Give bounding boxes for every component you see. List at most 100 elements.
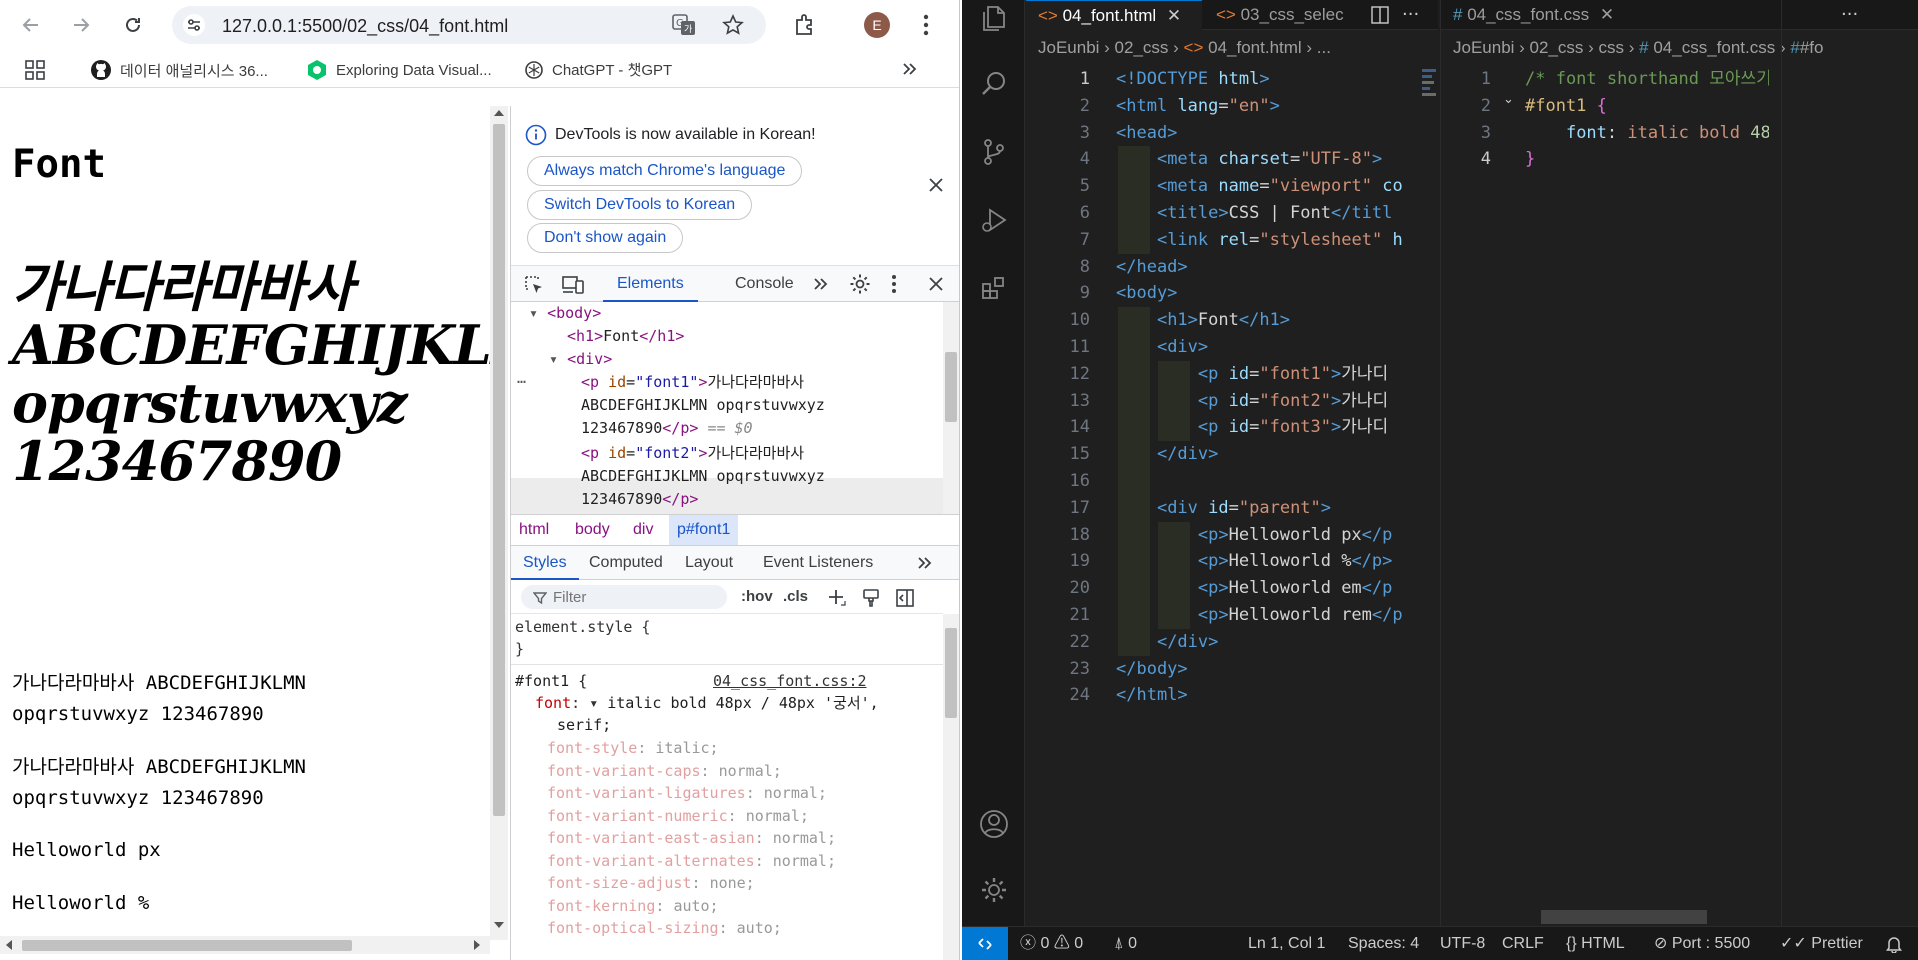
devtools-menu-button[interactable] <box>891 273 897 295</box>
dom-node-font2[interactable]: <p id="font2">가나다라마바사 <box>581 442 804 465</box>
cursor-position[interactable]: Ln 1, Col 1 <box>1248 927 1325 960</box>
tab-styles[interactable]: Styles <box>511 546 579 580</box>
more-bookmarks-button[interactable] <box>900 59 920 79</box>
crumb[interactable]: 02_css <box>1115 38 1169 57</box>
code-line[interactable]: <div id="parent"> <box>1116 495 1416 522</box>
scroll-up-arrow-icon[interactable] <box>494 110 504 116</box>
dom-row-menu[interactable]: … <box>517 367 526 390</box>
scroll-right-arrow-icon[interactable] <box>474 940 480 950</box>
bookmark-star-button[interactable] <box>722 14 744 36</box>
address-bar[interactable]: 127.0.0.1:5500/02_css/04_font.html G가 <box>172 6 766 44</box>
extensions-button[interactable] <box>976 270 1012 306</box>
class-toggle[interactable]: .cls <box>783 588 808 605</box>
device-toolbar-button[interactable] <box>561 274 585 296</box>
inspect-element-button[interactable] <box>523 274 545 296</box>
code-line[interactable]: <title>CSS | Font</titl <box>1116 200 1416 227</box>
dom-scroll-thumb[interactable] <box>945 352 957 422</box>
tab-03-css-selector[interactable]: <> 03_css_selec <box>1204 0 1364 30</box>
more-subtabs-button[interactable] <box>915 553 935 573</box>
problems-status[interactable]: ⓧ 0 ⚠ 0 <box>1020 927 1083 960</box>
remote-indicator[interactable] <box>962 927 1008 960</box>
crumb[interactable]: 04_css_font.css <box>1653 38 1775 57</box>
live-server-status[interactable]: ⊘ Port : 5500 <box>1654 927 1750 960</box>
code-line[interactable]: <h1>Font</h1> <box>1116 307 1416 334</box>
rule-selector[interactable]: #font1 { <box>515 670 587 693</box>
chrome-menu-button[interactable] <box>922 12 930 38</box>
tab-event-listeners[interactable]: Event Listeners <box>753 546 883 580</box>
code-line[interactable]: <p>Helloworld em</p <box>1116 575 1416 602</box>
tab-04-font-html[interactable]: <> 04_font.html ✕ <box>1026 0 1202 30</box>
crumb[interactable]: #fo <box>1800 38 1824 57</box>
crumb[interactable]: 02_css <box>1530 38 1584 57</box>
bookmark-item[interactable]: ChatGPT - 챗GPT <box>524 59 672 80</box>
breadcrumb-p-font1[interactable]: p#font1 <box>669 515 739 545</box>
toggle-sidebar-button[interactable] <box>895 588 915 608</box>
url-text[interactable]: 127.0.0.1:5500/02_css/04_font.html <box>222 16 508 37</box>
code-line[interactable]: <p>Helloworld rem</p <box>1116 602 1416 629</box>
code-line[interactable]: <p id="font3">가나디 <box>1116 414 1416 441</box>
encoding-status[interactable]: UTF-8 <box>1440 927 1485 960</box>
rule-source-link[interactable]: 04_css_font.css:2 <box>713 670 867 693</box>
code-line[interactable]: <p id="font2">가나디 <box>1116 388 1416 415</box>
crumb[interactable]: 04_font.html <box>1208 38 1302 57</box>
code-line[interactable]: <p>Helloworld %</p> <box>1116 548 1416 575</box>
code-line[interactable]: <!DOCTYPE html> <box>1116 66 1416 93</box>
dom-node-h1[interactable]: <h1>Font</h1> <box>567 325 684 348</box>
forward-button[interactable] <box>66 10 96 40</box>
manage-button[interactable] <box>976 872 1012 908</box>
page-scroll-thumb[interactable] <box>493 124 505 816</box>
hover-state-toggle[interactable]: :hov <box>741 588 773 605</box>
tab-04-css-font[interactable]: # 04_css_font.css ✕ <box>1441 0 1637 30</box>
breadcrumb-html[interactable]: html <box>519 521 549 539</box>
crumb[interactable]: css <box>1599 38 1625 57</box>
code-line[interactable]: </html> <box>1116 682 1416 709</box>
back-button[interactable] <box>16 10 46 40</box>
font-declaration[interactable]: font: ▾ italic bold 48px / 48px '궁서', <box>535 692 879 715</box>
eol-status[interactable]: CRLF <box>1502 927 1544 960</box>
notifications-bell[interactable] <box>1886 927 1902 960</box>
bookmark-item[interactable]: 데이터 애널리시스 36... <box>90 59 268 81</box>
devtools-close-button[interactable] <box>927 275 945 293</box>
page-hscroll-thumb[interactable] <box>22 940 352 951</box>
dom-node-body[interactable]: ▾ <body> <box>529 302 601 325</box>
more-tabs-button[interactable] <box>811 274 831 294</box>
tab-close-icon[interactable]: ✕ <box>1167 6 1181 25</box>
indentation-status[interactable]: Spaces: 4 <box>1348 927 1419 960</box>
element-style-rule[interactable]: element.style { <box>515 616 650 639</box>
split-editor-button[interactable] <box>1371 6 1389 24</box>
code-line[interactable]: <p id="font1">가나디 <box>1116 361 1416 388</box>
accounts-button[interactable] <box>976 806 1012 842</box>
code-line[interactable] <box>1116 468 1416 495</box>
always-match-language-button[interactable]: Always match Chrome's language <box>527 156 803 186</box>
apps-button[interactable] <box>24 59 46 81</box>
dom-scrollbar[interactable] <box>943 302 959 514</box>
tab-layout[interactable]: Layout <box>675 546 743 580</box>
dont-show-again-button[interactable]: Don't show again <box>527 223 684 253</box>
code-line[interactable]: font: italic bold 48px/ <box>1525 120 1769 147</box>
code-line[interactable]: } <box>1525 146 1769 173</box>
styles-scroll-thumb[interactable] <box>945 628 957 718</box>
code-line[interactable]: <head> <box>1116 120 1416 147</box>
css-code-area[interactable]: /* font shorthand 모아쓰기 * #font1 { font: i… <box>1525 66 1769 173</box>
tab-console[interactable]: Console <box>723 266 806 302</box>
crumb[interactable]: JoEunbi <box>1453 38 1514 57</box>
ports-status[interactable]: ⍋ 0 <box>1114 927 1137 960</box>
code-line[interactable]: <body> <box>1116 280 1416 307</box>
minimap[interactable] <box>1422 66 1440 126</box>
code-line[interactable]: <p>Helloworld px</p <box>1116 522 1416 549</box>
code-line[interactable]: </head> <box>1116 254 1416 281</box>
code-line[interactable]: #font1 { <box>1525 93 1769 120</box>
devtools-settings-button[interactable] <box>849 273 871 295</box>
html-code-area[interactable]: <!DOCTYPE html> <html lang="en"> <head> <m… <box>1116 66 1416 709</box>
breadcrumb-div[interactable]: div <box>633 521 653 539</box>
dom-node-font1[interactable]: <p id="font1">가나다라마바사 <box>581 371 804 394</box>
prettier-status[interactable]: ✓✓ Prettier <box>1780 927 1863 960</box>
new-rule-button[interactable] <box>827 588 847 608</box>
code-line[interactable]: <meta charset="UTF-8"> <box>1116 146 1416 173</box>
tab-close-icon[interactable]: ✕ <box>1600 5 1614 24</box>
source-control-button[interactable] <box>976 134 1012 170</box>
code-line[interactable]: <meta name="viewport" co <box>1116 173 1416 200</box>
crumb[interactable]: JoEunbi <box>1038 38 1099 57</box>
more-actions-icon[interactable]: ··· <box>1841 4 1858 25</box>
code-line[interactable]: <html lang="en"> <box>1116 93 1416 120</box>
